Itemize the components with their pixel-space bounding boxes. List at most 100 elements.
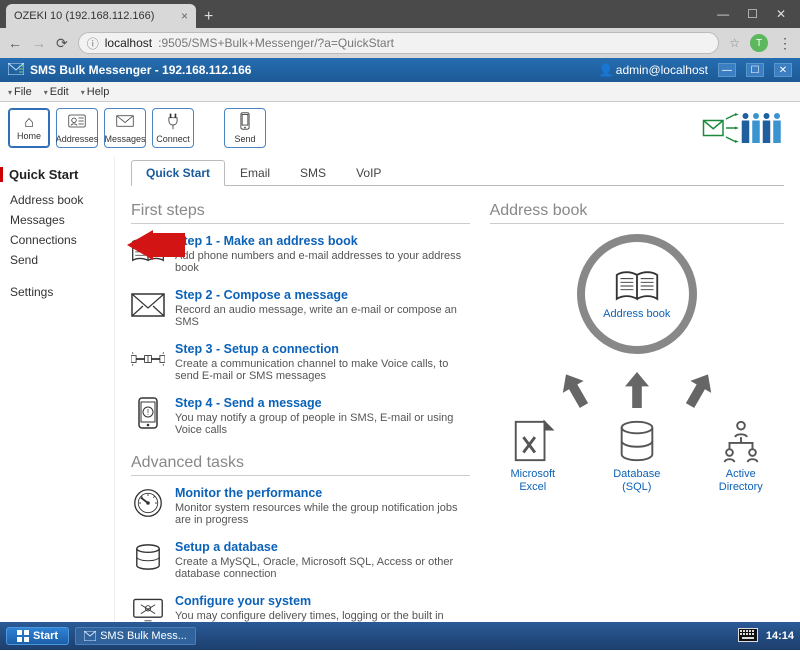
taskbar: Start SMS Bulk Mess... 14:14 (0, 622, 800, 650)
directory-icon (718, 418, 764, 464)
sidebar-item-send[interactable]: Send (10, 250, 114, 270)
envelope-icon (84, 631, 96, 641)
main-panel: Quick Start Email SMS VoIP First steps S… (115, 157, 800, 645)
app-titlebar: SMS Bulk Messenger - 192.168.112.166 👤ad… (0, 58, 800, 82)
red-arrow-pointer (127, 230, 185, 260)
bookmark-star-icon[interactable]: ☆ (729, 36, 740, 50)
app-user[interactable]: 👤admin@localhost (599, 63, 708, 77)
home-icon: ⌂ (24, 115, 34, 131)
step-desc: Record an audio message, write an e-mail… (175, 304, 470, 328)
browser-tab[interactable]: OZEKI 10 (192.168.112.166) × (6, 4, 196, 28)
addressbook-label: Address book (603, 308, 670, 320)
addressbook-heading: Address book (490, 202, 784, 224)
new-tab-button[interactable]: + (204, 8, 213, 26)
step-title: Step 4 - Send a message (175, 396, 470, 410)
step-title: Step 3 - Setup a connection (175, 342, 470, 356)
app-min-icon[interactable]: — (718, 63, 736, 77)
app-title: SMS Bulk Messenger - 192.168.112.166 (30, 63, 251, 77)
excel-icon (510, 418, 556, 464)
toolbar-addresses[interactable]: Addresses (56, 108, 98, 148)
toolbar-messages[interactable]: Messages (104, 108, 146, 148)
source-excel[interactable]: Microsoft Excel (498, 418, 568, 494)
first-steps-heading: First steps (131, 202, 470, 224)
app-close-icon[interactable]: ✕ (774, 63, 792, 77)
step-title: Step 1 - Make an address book (175, 234, 470, 248)
source-ad[interactable]: Active Directory (706, 418, 776, 494)
nav-forward-icon[interactable]: → (32, 35, 46, 51)
plug-icon (164, 112, 182, 134)
address-bar[interactable]: ⓘ localhost :9505/SMS+Bulk+Messenger/?a=Q… (78, 32, 720, 54)
addressbook-circle[interactable]: Address book (577, 234, 697, 354)
taskbar-app[interactable]: SMS Bulk Mess... (75, 627, 196, 645)
source-database[interactable]: Database (SQL) (602, 418, 672, 494)
sidebar-item-addressbook[interactable]: Address book (10, 190, 114, 210)
tab-sms[interactable]: SMS (285, 160, 341, 186)
src-label: Microsoft Excel (510, 468, 555, 494)
start-button[interactable]: Start (6, 627, 69, 645)
connection-icon (131, 342, 165, 376)
step-3[interactable]: Step 3 - Setup a connection Create a com… (131, 342, 470, 382)
nav-back-icon[interactable]: ← (8, 35, 22, 51)
gauge-icon (131, 486, 165, 520)
adv-desc: Create a MySQL, Oracle, Microsoft SQL, A… (175, 556, 470, 580)
database-icon (131, 540, 165, 574)
toolbar-send[interactable]: Send (224, 108, 266, 148)
phone-send-icon (236, 112, 254, 134)
start-icon (17, 630, 29, 642)
sidebar-title: Quick Start (0, 167, 114, 182)
tab-email[interactable]: Email (225, 160, 285, 186)
adv-title: Monitor the performance (175, 486, 470, 500)
profile-avatar[interactable]: T (750, 34, 768, 52)
menu-help[interactable]: Help (77, 86, 114, 98)
window-maximize-icon[interactable]: ☐ (747, 7, 758, 21)
toolbar: ⌂ Home Addresses Messages Connect Send (0, 102, 800, 157)
sidebar-item-settings[interactable]: Settings (10, 282, 114, 302)
url-path: :9505/SMS+Bulk+Messenger/?a=QuickStart (158, 36, 394, 50)
toolbar-home[interactable]: ⌂ Home (8, 108, 50, 148)
step-desc: Add phone numbers and e-mail addresses t… (175, 250, 470, 274)
sidebar-item-connections[interactable]: Connections (10, 230, 114, 250)
sidebar-item-messages[interactable]: Messages (10, 210, 114, 230)
taskbar-time: 14:14 (766, 630, 794, 642)
toolbar-banner (702, 108, 792, 151)
adv-title: Setup a database (175, 540, 470, 554)
app-logo-icon (8, 63, 24, 78)
src-label: Database (SQL) (613, 468, 660, 494)
window-close-icon[interactable]: ✕ (776, 7, 786, 21)
addresses-icon (68, 112, 86, 134)
toolbar-connect[interactable]: Connect (152, 108, 194, 148)
browser-menu-icon[interactable]: ⋮ (778, 35, 792, 52)
step-1[interactable]: Step 1 - Make an address book Add phone … (131, 234, 470, 274)
advanced-heading: Advanced tasks (131, 454, 470, 476)
step-desc: You may notify a group of people in SMS,… (175, 412, 470, 436)
adv-title: Configure your system (175, 594, 470, 608)
open-book-icon (614, 268, 660, 304)
app-max-icon[interactable]: ☐ (746, 63, 764, 77)
tab-voip[interactable]: VoIP (341, 160, 396, 186)
user-icon: 👤 (599, 63, 614, 77)
step-desc: Create a communication channel to make V… (175, 358, 470, 382)
step-4[interactable]: ! Step 4 - Send a message You may notify… (131, 396, 470, 436)
adv-monitor[interactable]: Monitor the performance Monitor system r… (131, 486, 470, 526)
tab-title: OZEKI 10 (192.168.112.166) (14, 10, 154, 22)
step-2[interactable]: Step 2 - Compose a message Record an aud… (131, 288, 470, 328)
close-icon[interactable]: × (181, 9, 188, 23)
browser-chrome: OZEKI 10 (192.168.112.166) × + — ☐ ✕ ← →… (0, 0, 800, 58)
keyboard-tray-icon[interactable] (738, 628, 758, 645)
window-minimize-icon[interactable]: — (717, 7, 729, 21)
site-info-icon[interactable]: ⓘ (87, 35, 99, 52)
adv-desc: Monitor system resources while the group… (175, 502, 470, 526)
url-host: localhost (105, 36, 152, 50)
database-icon (614, 418, 660, 464)
menu-file[interactable]: File (4, 86, 36, 98)
step-title: Step 2 - Compose a message (175, 288, 470, 302)
tab-quickstart[interactable]: Quick Start (131, 160, 225, 186)
nav-reload-icon[interactable]: ⟳ (56, 35, 68, 52)
envelope-icon (131, 288, 165, 322)
src-label: Active Directory (719, 468, 763, 494)
tabstrip: Quick Start Email SMS VoIP (131, 159, 784, 186)
adv-database[interactable]: Setup a database Create a MySQL, Oracle,… (131, 540, 470, 580)
menu-edit[interactable]: Edit (40, 86, 73, 98)
menubar: File Edit Help (0, 82, 800, 102)
phone-alert-icon: ! (131, 396, 165, 430)
